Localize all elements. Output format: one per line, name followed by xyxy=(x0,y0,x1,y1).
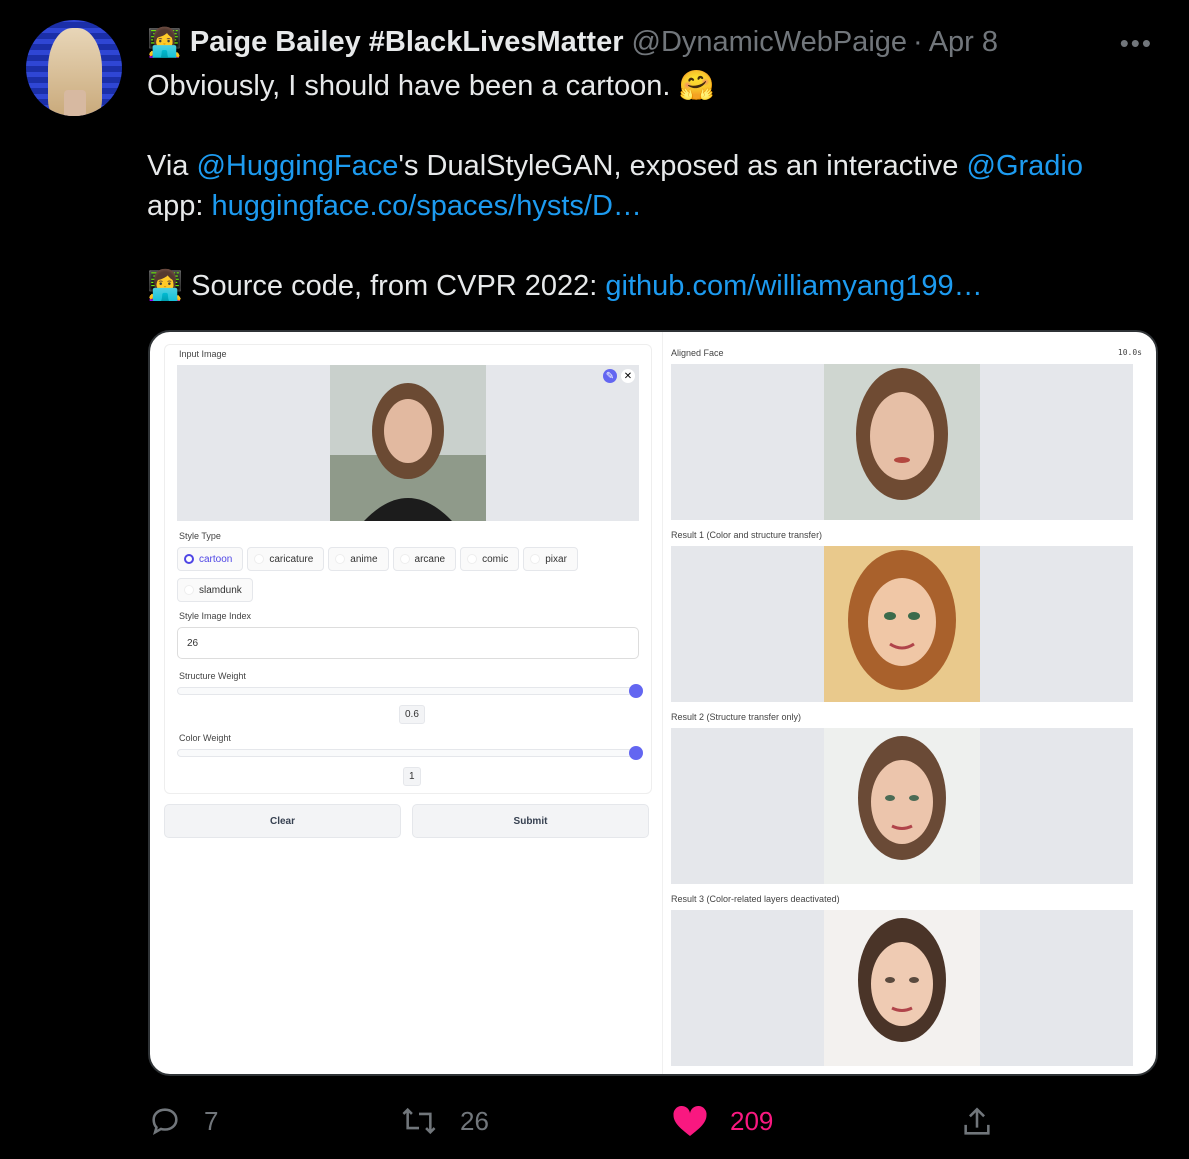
aligned-face-photo xyxy=(824,364,980,520)
style-option-slamdunk[interactable]: slamdunk xyxy=(177,578,253,602)
share-icon xyxy=(964,1107,990,1135)
like-count: 209 xyxy=(730,1105,774,1136)
github-link[interactable]: github.com/williamyang199… xyxy=(605,270,982,302)
reply-count: 7 xyxy=(204,1105,219,1136)
result2-photo xyxy=(824,728,980,884)
style-option-label: pixar xyxy=(545,553,567,565)
clear-button[interactable]: Clear xyxy=(164,804,401,838)
result3-photo xyxy=(824,910,980,1066)
aligned-face-image xyxy=(671,364,1133,520)
timer-readout: 10.0s xyxy=(1117,348,1142,357)
color-weight-knob[interactable] xyxy=(629,746,643,760)
mention-huggingface[interactable]: @HuggingFace xyxy=(196,150,398,182)
more-options-icon[interactable]: ••• xyxy=(1120,28,1153,59)
close-icon[interactable]: ✕ xyxy=(621,369,635,383)
style-option-comic[interactable]: comic xyxy=(460,547,520,571)
author-emoji: 👩‍💻 xyxy=(147,26,182,58)
structure-weight-label: Structure Weight xyxy=(179,671,246,681)
result2-image xyxy=(671,728,1133,884)
reply-action[interactable]: 7 xyxy=(148,1104,218,1138)
input-photo xyxy=(330,365,486,521)
radio-circle-icon xyxy=(530,554,541,564)
result1-label: Result 1 (Color and structure transfer) xyxy=(671,530,823,540)
result1-image xyxy=(671,546,1133,702)
line2-mid: 's DualStyleGAN, exposed as an interacti… xyxy=(398,150,967,182)
media-card[interactable]: Input Image ✎ ✕ Style Type cartoon carica… xyxy=(148,330,1158,1076)
color-weight-label: Color Weight xyxy=(179,733,231,743)
radio-circle-icon xyxy=(254,554,265,564)
style-option-label: arcane xyxy=(414,553,446,565)
structure-weight-slider[interactable] xyxy=(177,684,643,698)
radio-circle-icon xyxy=(467,554,478,564)
style-option-arcane[interactable]: arcane xyxy=(392,547,457,571)
style-option-anime[interactable]: anime xyxy=(328,547,389,571)
text-line-3: app: huggingface.co/spaces/hysts/D… xyxy=(147,186,1147,226)
share-action[interactable] xyxy=(960,1104,1016,1140)
aligned-face-label: Aligned Face xyxy=(671,348,724,358)
radio-circle-icon xyxy=(184,554,194,564)
style-option-cartoon[interactable]: cartoon xyxy=(177,547,244,571)
tweet-actions: 7 26 209 xyxy=(0,1100,1189,1144)
structure-weight-value: 0.6 xyxy=(399,705,425,724)
author-handle[interactable]: @DynamicWebPaige xyxy=(632,26,908,59)
style-option-label: anime xyxy=(350,553,378,565)
tweet-text: Obviously, I should have been a cartoon.… xyxy=(147,66,1147,306)
retweet-icon xyxy=(402,1107,436,1135)
style-index-label: Style Image Index xyxy=(179,611,252,621)
input-panel: Input Image ✎ ✕ Style Type cartoon carica… xyxy=(164,344,652,794)
image-tools: ✎ ✕ xyxy=(603,369,635,383)
style-option-label: slamdunk xyxy=(199,584,242,596)
like-action[interactable]: 209 xyxy=(672,1104,773,1138)
style-option-caricature[interactable]: caricature xyxy=(247,547,325,571)
style-option-label: comic xyxy=(482,553,509,565)
mention-gradio[interactable]: @Gradio xyxy=(967,150,1083,182)
submit-button[interactable]: Submit xyxy=(412,804,649,838)
edit-icon[interactable]: ✎ xyxy=(603,369,617,383)
color-weight-slider[interactable] xyxy=(177,746,643,760)
heart-icon xyxy=(673,1105,707,1136)
text-line-2: Via @HuggingFace's DualStyleGAN, exposed… xyxy=(147,146,1147,186)
result3-image xyxy=(671,910,1133,1066)
style-type-group: cartoon caricature anime arcane comic pixar sl… xyxy=(177,547,637,602)
input-image-label: Input Image xyxy=(179,349,227,359)
text-line-4: 👩‍💻 Source code, from CVPR 2022: github.… xyxy=(147,266,1147,306)
output-panel: 10.0s Aligned Face Result 1 (Color and s… xyxy=(662,332,1156,1074)
input-image-box[interactable]: ✎ ✕ xyxy=(177,365,639,521)
line3-prefix: app: xyxy=(147,190,212,222)
result1-photo xyxy=(824,546,980,702)
style-option-pixar[interactable]: pixar xyxy=(523,547,578,571)
style-type-label: Style Type xyxy=(179,531,221,541)
line4-emoji: 👩‍💻 xyxy=(147,270,184,302)
radio-circle-icon xyxy=(184,585,194,595)
avatar-neck xyxy=(64,90,86,116)
tweet-date[interactable]: Apr 8 xyxy=(929,26,998,59)
radio-circle-icon xyxy=(335,554,346,564)
radio-circle-icon xyxy=(399,554,410,564)
reply-icon xyxy=(152,1108,178,1135)
huggingface-link[interactable]: huggingface.co/spaces/hysts/D… xyxy=(212,190,642,222)
author-name[interactable]: Paige Bailey #BlackLivesMatter xyxy=(190,26,624,59)
tweet-header: 👩‍💻 Paige Bailey #BlackLivesMatter @Dyna… xyxy=(147,24,998,60)
separator-dot: · xyxy=(913,25,923,58)
retweet-count: 26 xyxy=(460,1105,489,1136)
style-option-label: cartoon xyxy=(199,553,233,565)
author-avatar[interactable] xyxy=(26,20,122,116)
color-weight-value: 1 xyxy=(403,767,421,786)
text-line-1: Obviously, I should have been a cartoon.… xyxy=(147,70,715,102)
result2-label: Result 2 (Structure transfer only) xyxy=(671,712,802,722)
style-option-label: caricature xyxy=(269,553,314,565)
line4-prefix: Source code, from CVPR 2022: xyxy=(183,270,606,302)
structure-weight-knob[interactable] xyxy=(629,684,643,698)
result3-label: Result 3 (Color-related layers deactivat… xyxy=(671,894,840,904)
style-index-input[interactable]: 26 xyxy=(177,627,639,659)
line2-prefix: Via xyxy=(147,150,197,182)
retweet-action[interactable]: 26 xyxy=(400,1104,489,1138)
